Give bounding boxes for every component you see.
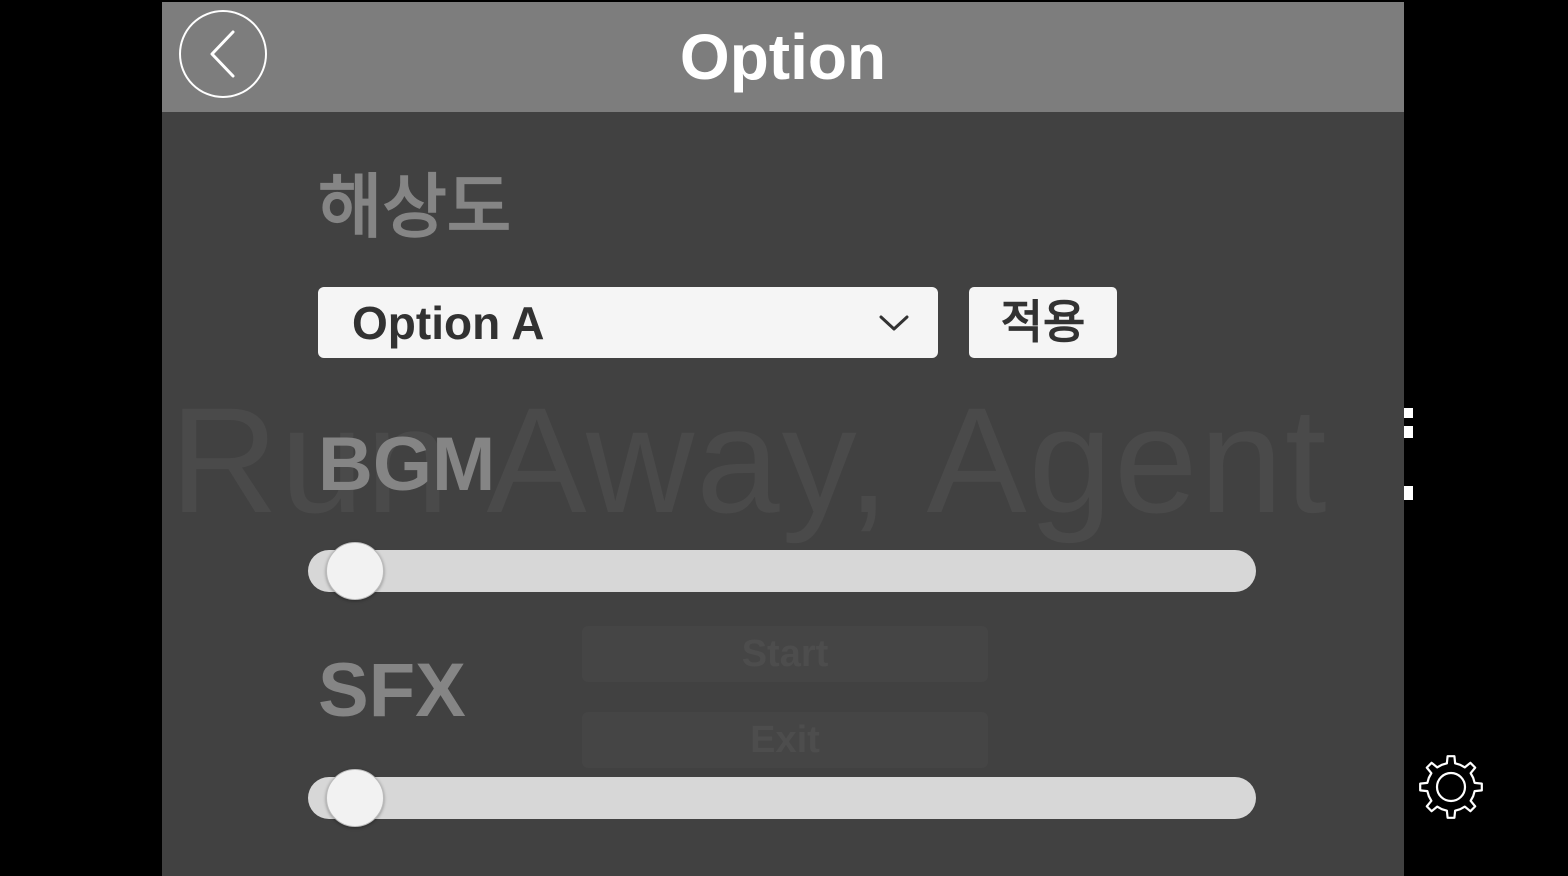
sfx-slider-track[interactable]: [308, 777, 1256, 819]
apply-button[interactable]: 적용: [969, 287, 1117, 358]
background-exit-button: Exit: [582, 712, 988, 768]
bgm-volume-slider[interactable]: [308, 541, 1256, 601]
gear-teeth: [1419, 755, 1483, 819]
option-header: Option: [162, 2, 1404, 112]
resolution-selected-value: Option A: [352, 297, 545, 349]
edge-mark-bottom: [1404, 486, 1413, 500]
bgm-label: BGM: [318, 422, 496, 507]
sfx-volume-slider[interactable]: [308, 768, 1256, 828]
bgm-slider-handle[interactable]: [326, 542, 384, 600]
edge-mark-middle: [1404, 426, 1413, 438]
resolution-label: 해상도: [318, 166, 512, 248]
sfx-label: SFX: [318, 648, 466, 733]
edge-mark-top: [1404, 408, 1413, 418]
option-panel: Run Away, Agent Start Exit Option 해상도 Op…: [162, 2, 1404, 876]
gear-center: [1435, 771, 1467, 803]
gear-icon[interactable]: [1416, 752, 1486, 822]
background-start-button: Start: [582, 626, 988, 682]
resolution-dropdown[interactable]: Option A: [318, 287, 938, 358]
game-screen: Run Away, Agent Start Exit Option 해상도 Op…: [0, 0, 1568, 876]
chevron-down-icon: [879, 315, 909, 331]
page-title: Option: [679, 21, 887, 93]
sfx-slider-handle[interactable]: [326, 769, 384, 827]
bgm-slider-track[interactable]: [308, 550, 1256, 592]
